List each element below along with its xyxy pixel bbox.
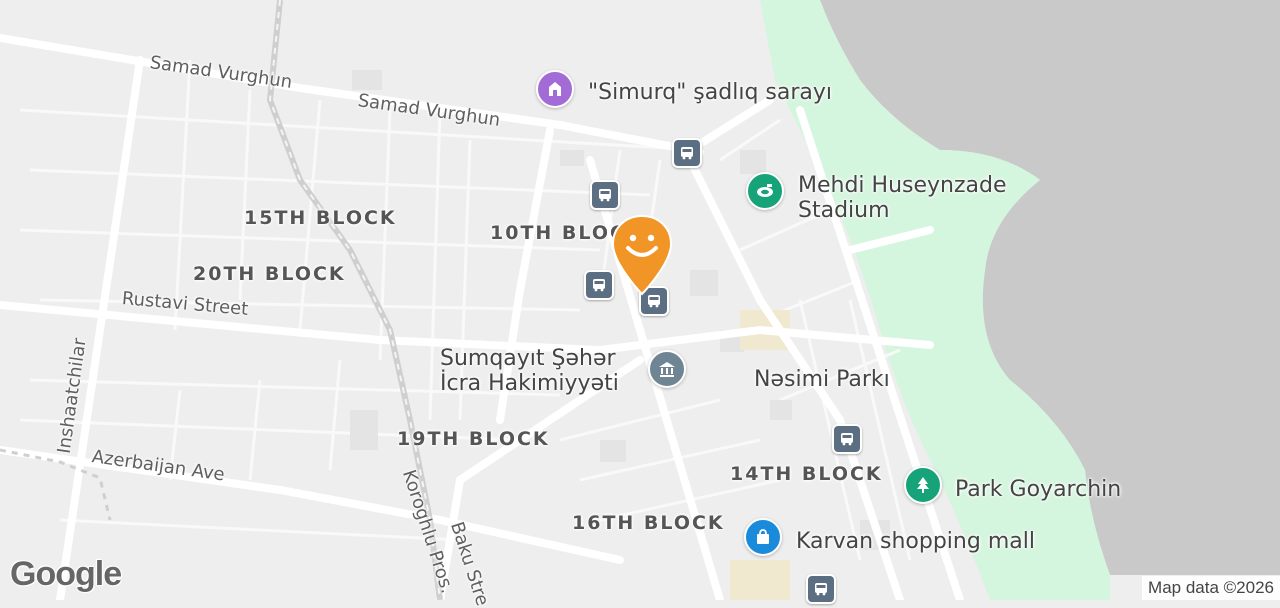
poi-label-city-hall-line2: İcra Hakimiyyəti [440,371,619,396]
wedding-hall-icon[interactable] [536,70,574,108]
bus-stop-icon[interactable] [832,424,862,454]
poi-label-stadium-line1: Mehdi Huseynzade [798,173,1007,198]
poi-label-park-goyarchin[interactable]: Park Goyarchin [955,477,1121,502]
block-label-16th: 16TH BLOCK [572,512,725,534]
smiley-location-pin-icon[interactable] [610,214,674,296]
park-tree-icon[interactable] [904,466,942,504]
government-building-icon[interactable] [648,350,686,388]
block-label-20th: 20TH BLOCK [193,263,346,285]
poi-label-nesimi-park[interactable]: Nəsimi Parkı [754,367,890,392]
poi-label-karvan[interactable]: Karvan shopping mall [796,529,1035,554]
bus-stop-icon[interactable] [590,180,620,210]
block-label-15th: 15TH BLOCK [244,207,397,229]
poi-label-stadium-line2: Stadium [798,198,890,223]
map-attribution[interactable]: Map data ©2026 [1142,576,1280,600]
poi-label-city-hall[interactable]: Sumqayıt Şəhər İcra Hakimiyyəti [440,346,619,396]
poi-label-simurq[interactable]: "Simurq" şadlıq sarayı [588,80,832,105]
google-logo: Google [10,555,122,593]
shopping-bag-icon[interactable] [744,518,782,556]
block-label-14th: 14TH BLOCK [730,463,883,485]
poi-label-city-hall-line1: Sumqayıt Şəhər [440,346,616,371]
block-label-19th: 19TH BLOCK [397,428,550,450]
stadium-icon[interactable] [746,172,784,210]
bus-stop-icon[interactable] [672,138,702,168]
poi-label-stadium[interactable]: Mehdi Huseynzade Stadium [798,173,1007,223]
